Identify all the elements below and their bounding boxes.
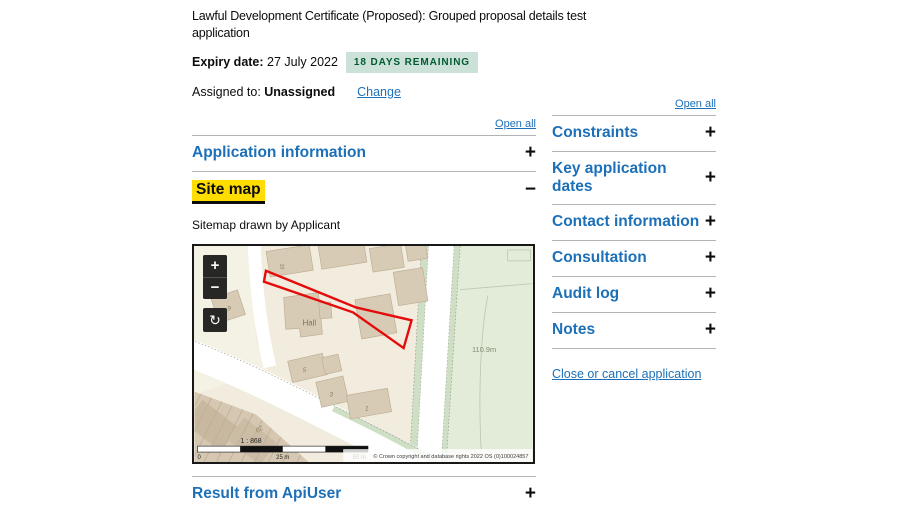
- plus-icon: +: [524, 482, 536, 504]
- assigned-label: Assigned to:: [192, 85, 265, 99]
- scale-tick-25: 25 m: [276, 455, 289, 461]
- map-label-plot5: 5: [303, 366, 307, 373]
- rotate-icon: ↻: [209, 311, 221, 328]
- accordion-toggle-result-from-apiuser[interactable]: Result from ApiUser +: [192, 477, 536, 508]
- map-drawing: Hall 110.9m 9 5 3 1 20 33 1: 868 0 25 m…: [194, 245, 533, 462]
- plus-icon: +: [704, 166, 716, 188]
- plus-icon: +: [524, 141, 536, 163]
- assigned-value: Unassigned: [264, 85, 336, 99]
- accordion-toggle-consultation[interactable]: Consultation +: [552, 241, 716, 276]
- application-page: Lawful Development Certificate (Proposed…: [0, 0, 917, 508]
- accordion-title: Key application dates: [552, 159, 667, 195]
- scale-ratio: 1 : 868: [240, 438, 261, 445]
- map-label-height: 110.9m: [472, 345, 496, 354]
- accordion-section-result-from-apiuser: Result from ApiUser +: [192, 475, 536, 508]
- accordion-toggle-key-application-dates[interactable]: Key application dates +: [552, 152, 716, 205]
- page-title: Lawful Development Certificate (Proposed…: [192, 8, 587, 41]
- left-open-all-link[interactable]: Open all: [495, 118, 536, 130]
- accordion-toggle-contact-information[interactable]: Contact information +: [552, 205, 716, 240]
- site-map-panel: Sitemap drawn by Applicant Hall 110.9m 9…: [192, 210, 536, 476]
- accordion-section-key-application-dates: Key application dates +: [552, 150, 716, 205]
- accordion-toggle-notes[interactable]: Notes +: [552, 313, 716, 348]
- plus-icon: +: [704, 318, 716, 340]
- page-title-line2: application: [192, 25, 250, 40]
- accordion-section-consultation: Consultation +: [552, 240, 716, 276]
- map-label-plot1: 1: [365, 405, 369, 412]
- right-open-all-row: Open all: [552, 94, 716, 112]
- rotate-reset-button[interactable]: ↻: [203, 307, 227, 332]
- accordion-title: Result from ApiUser: [192, 484, 342, 502]
- assigned-row: Assigned to: Unassigned Change: [192, 84, 536, 100]
- side-column: Open all Constraints + Key application d…: [552, 94, 716, 383]
- zoom-in-button[interactable]: +: [203, 254, 227, 277]
- sitemap-caption: Sitemap drawn by Applicant: [192, 217, 341, 232]
- main-column: Lawful Development Certificate (Proposed…: [192, 8, 587, 508]
- map-zoom-controls: + −: [203, 254, 227, 299]
- accordion-title-focused: Site map: [192, 179, 265, 201]
- accordion-toggle-application-information[interactable]: Application information +: [192, 136, 536, 171]
- accordion-section-audit-log: Audit log +: [552, 276, 716, 312]
- close-application-row: Close or cancel application: [552, 365, 716, 383]
- page-title-line1: Lawful Development Certificate (Proposed…: [192, 9, 587, 23]
- accordion-title: Audit log: [552, 285, 620, 303]
- accordion-title: Notes: [552, 320, 596, 338]
- accordion-section-notes: Notes +: [552, 311, 716, 348]
- map-canvas[interactable]: Hall 110.9m 9 5 3 1 20 33 1: 868 0 25 m…: [192, 243, 535, 464]
- accordion-title: Contact information: [552, 213, 700, 231]
- accordion-toggle-constraints[interactable]: Constraints +: [552, 116, 716, 151]
- minus-icon: −: [524, 179, 536, 201]
- right-accordion: Constraints + Key application dates + Co…: [552, 115, 716, 349]
- accordion-section-contact-information: Contact information +: [552, 204, 716, 240]
- accordion-section-application-information: Application information +: [192, 135, 536, 171]
- expiry-date: 27 July 2022: [263, 55, 338, 69]
- zoom-out-button[interactable]: −: [203, 276, 227, 299]
- map-attribution: © Crown copyright and database rights 20…: [373, 453, 528, 460]
- plus-icon: +: [704, 247, 716, 269]
- accordion-title: Consultation: [552, 249, 647, 267]
- close-or-cancel-link[interactable]: Close or cancel application: [552, 367, 701, 381]
- expiry-label: Expiry date:: [192, 55, 264, 69]
- accordion-toggle-site-map[interactable]: Site map −: [192, 172, 536, 210]
- accordion-title: Constraints: [552, 124, 639, 141]
- plus-icon: +: [704, 121, 716, 143]
- days-remaining-badge: 18 DAYS REMAINING: [345, 52, 478, 73]
- change-assignee-link[interactable]: Change: [357, 85, 401, 99]
- left-accordion: Application information + Site map − Sit…: [192, 135, 536, 508]
- accordion-section-site-map: Site map − Sitemap drawn by Applicant Ha…: [192, 170, 536, 476]
- left-open-all-row: Open all: [192, 114, 536, 132]
- right-open-all-link[interactable]: Open all: [675, 98, 716, 110]
- accordion-title: Application information: [192, 144, 366, 161]
- plus-icon: +: [704, 211, 716, 233]
- map-label-plot9: 9: [227, 305, 231, 312]
- map-label-plot33: 33: [278, 263, 285, 270]
- expiry-row: Expiry date: 27 July 2022 18 DAYS REMAINI…: [192, 52, 536, 73]
- map-label-hall: Hall: [303, 318, 317, 327]
- accordion-toggle-audit-log[interactable]: Audit log +: [552, 277, 716, 312]
- plus-icon: +: [704, 282, 716, 304]
- accordion-section-constraints: Constraints +: [552, 115, 716, 151]
- map-label-plot3: 3: [329, 391, 333, 398]
